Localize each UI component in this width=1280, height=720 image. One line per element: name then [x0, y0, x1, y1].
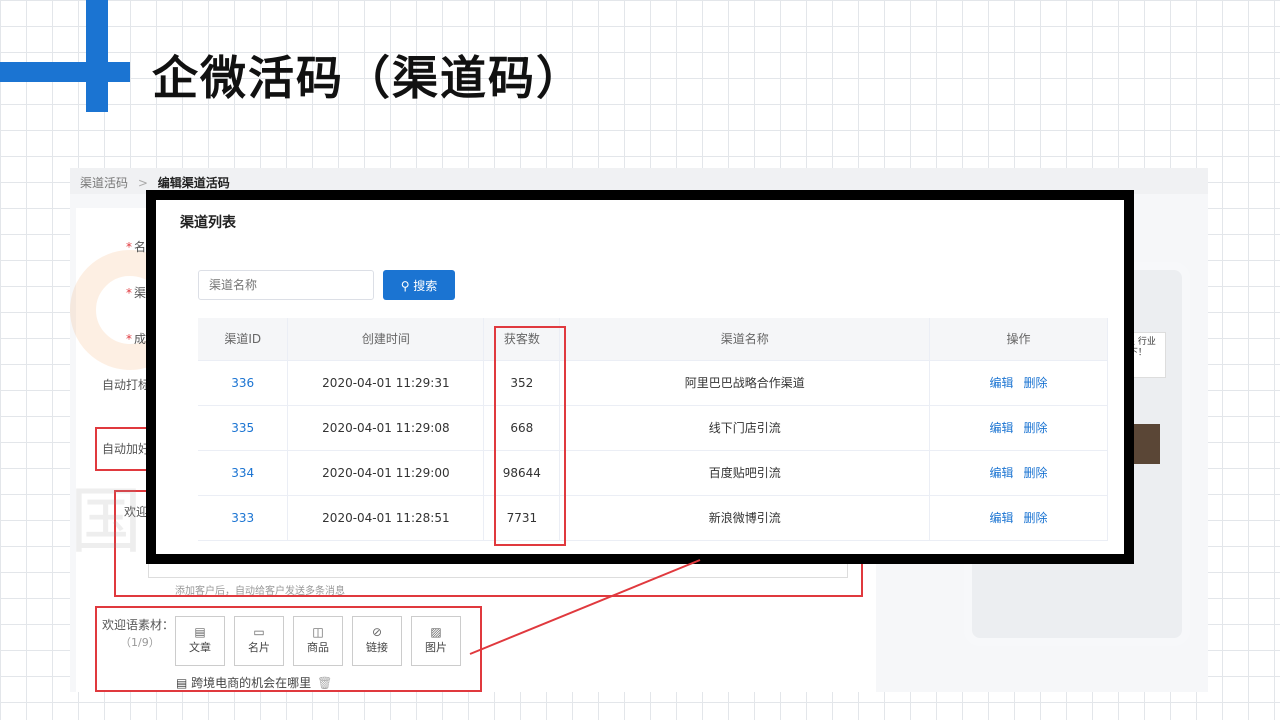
channel-list-card: 渠道列表 ⚲ 搜索 渠道ID 创建时间 获客数 渠道名称 操作 336 2020…: [146, 190, 1134, 564]
cell-actions: 编辑 删除: [929, 450, 1108, 496]
document-icon: ▤: [176, 676, 192, 690]
delete-link[interactable]: 删除: [1024, 376, 1048, 390]
column-header-id: 渠道ID: [198, 318, 289, 361]
phone-product-image: [1134, 424, 1160, 464]
material-article-button[interactable]: ▤ 文章: [175, 616, 225, 666]
material-product-button[interactable]: ◫ 商品: [293, 616, 343, 666]
material-link-button[interactable]: ⊘ 链接: [352, 616, 402, 666]
table-row: 336 2020-04-01 11:29:31 352 阿里巴巴战略合作渠道 编…: [198, 360, 1108, 406]
card-icon: ▭: [253, 625, 265, 639]
image-icon: ▨: [430, 625, 442, 639]
cell-created: 2020-04-01 11:29:08: [287, 405, 485, 451]
channel-name-search-input[interactable]: [198, 270, 374, 300]
delete-link[interactable]: 删除: [1024, 466, 1048, 480]
cell-id: 334: [198, 450, 289, 496]
table-header-row: 渠道ID 创建时间 获客数 渠道名称 操作: [198, 318, 1108, 361]
attached-material: ▤ 跨境电商的机会在哪里 🗑: [176, 676, 333, 690]
material-image-button[interactable]: ▨ 图片: [411, 616, 461, 666]
trash-icon[interactable]: 🗑: [317, 676, 332, 690]
cell-id: 335: [198, 405, 289, 451]
search-icon: ⚲: [400, 278, 414, 293]
column-header-name: 渠道名称: [559, 318, 931, 361]
breadcrumb-current: 编辑渠道活码: [157, 176, 230, 190]
cell-created: 2020-04-01 11:29:31: [287, 360, 485, 406]
edit-link[interactable]: 编辑: [990, 466, 1014, 480]
cell-id: 336: [198, 360, 289, 406]
bag-icon: ◫: [312, 625, 324, 639]
welcome-hint: 添加客户后，自动给客户发送多条消息: [175, 586, 345, 597]
table-row: 333 2020-04-01 11:28:51 7731 新浪微博引流 编辑 删除: [198, 495, 1108, 541]
cell-created: 2020-04-01 11:29:00: [287, 450, 485, 496]
column-header-actions: 操作: [929, 318, 1108, 361]
delete-link[interactable]: 删除: [1024, 421, 1048, 435]
form-label-member: * 成: [126, 332, 147, 346]
highlight-customers-column: [494, 326, 566, 546]
delete-link[interactable]: 删除: [1024, 511, 1048, 525]
channel-id-link[interactable]: 335: [231, 421, 254, 435]
channel-list-title: 渠道列表: [180, 215, 236, 231]
cell-actions: 编辑 删除: [929, 360, 1108, 406]
edit-link[interactable]: 编辑: [990, 511, 1014, 525]
cell-actions: 编辑 删除: [929, 405, 1108, 451]
form-label-channel: * 渠: [126, 286, 147, 300]
cell-name: 阿里巴巴战略合作渠道: [559, 360, 931, 406]
material-card-button[interactable]: ▭ 名片: [234, 616, 284, 666]
form-label-auto-tag: 自动打标: [102, 378, 151, 392]
breadcrumb-separator: >: [137, 176, 148, 190]
materials-count: （1/9）: [120, 636, 160, 649]
cell-name: 线下门店引流: [559, 405, 931, 451]
channel-id-link[interactable]: 333: [231, 511, 254, 525]
table-row: 335 2020-04-01 11:29:08 668 线下门店引流 编辑 删除: [198, 405, 1108, 451]
edit-link[interactable]: 编辑: [990, 376, 1014, 390]
cell-name: 新浪微博引流: [559, 495, 931, 541]
cell-name: 百度贴吧引流: [559, 450, 931, 496]
column-header-created: 创建时间: [287, 318, 485, 361]
article-icon: ▤: [194, 625, 206, 639]
cell-actions: 编辑 删除: [929, 495, 1108, 541]
channel-table: 渠道ID 创建时间 获客数 渠道名称 操作 336 2020-04-01 11:…: [198, 318, 1108, 541]
breadcrumb-parent[interactable]: 渠道活码: [80, 176, 128, 190]
materials-label: 欢迎语素材：: [102, 618, 175, 632]
edit-link[interactable]: 编辑: [990, 421, 1014, 435]
channel-id-link[interactable]: 334: [231, 466, 254, 480]
search-button[interactable]: ⚲ 搜索: [383, 270, 455, 300]
channel-id-link[interactable]: 336: [231, 376, 254, 390]
cell-id: 333: [198, 495, 289, 541]
table-row: 334 2020-04-01 11:29:00 98644 百度贴吧引流 编辑删…: [198, 450, 1108, 496]
link-icon: ⊘: [371, 625, 383, 639]
slide-title: 企微活码（渠道码）: [152, 51, 584, 105]
accent-bar-vertical: [86, 0, 108, 112]
cell-created: 2020-04-01 11:28:51: [287, 495, 485, 541]
form-label-name: * 名: [126, 240, 147, 254]
accent-bar-horizontal: [0, 62, 130, 82]
